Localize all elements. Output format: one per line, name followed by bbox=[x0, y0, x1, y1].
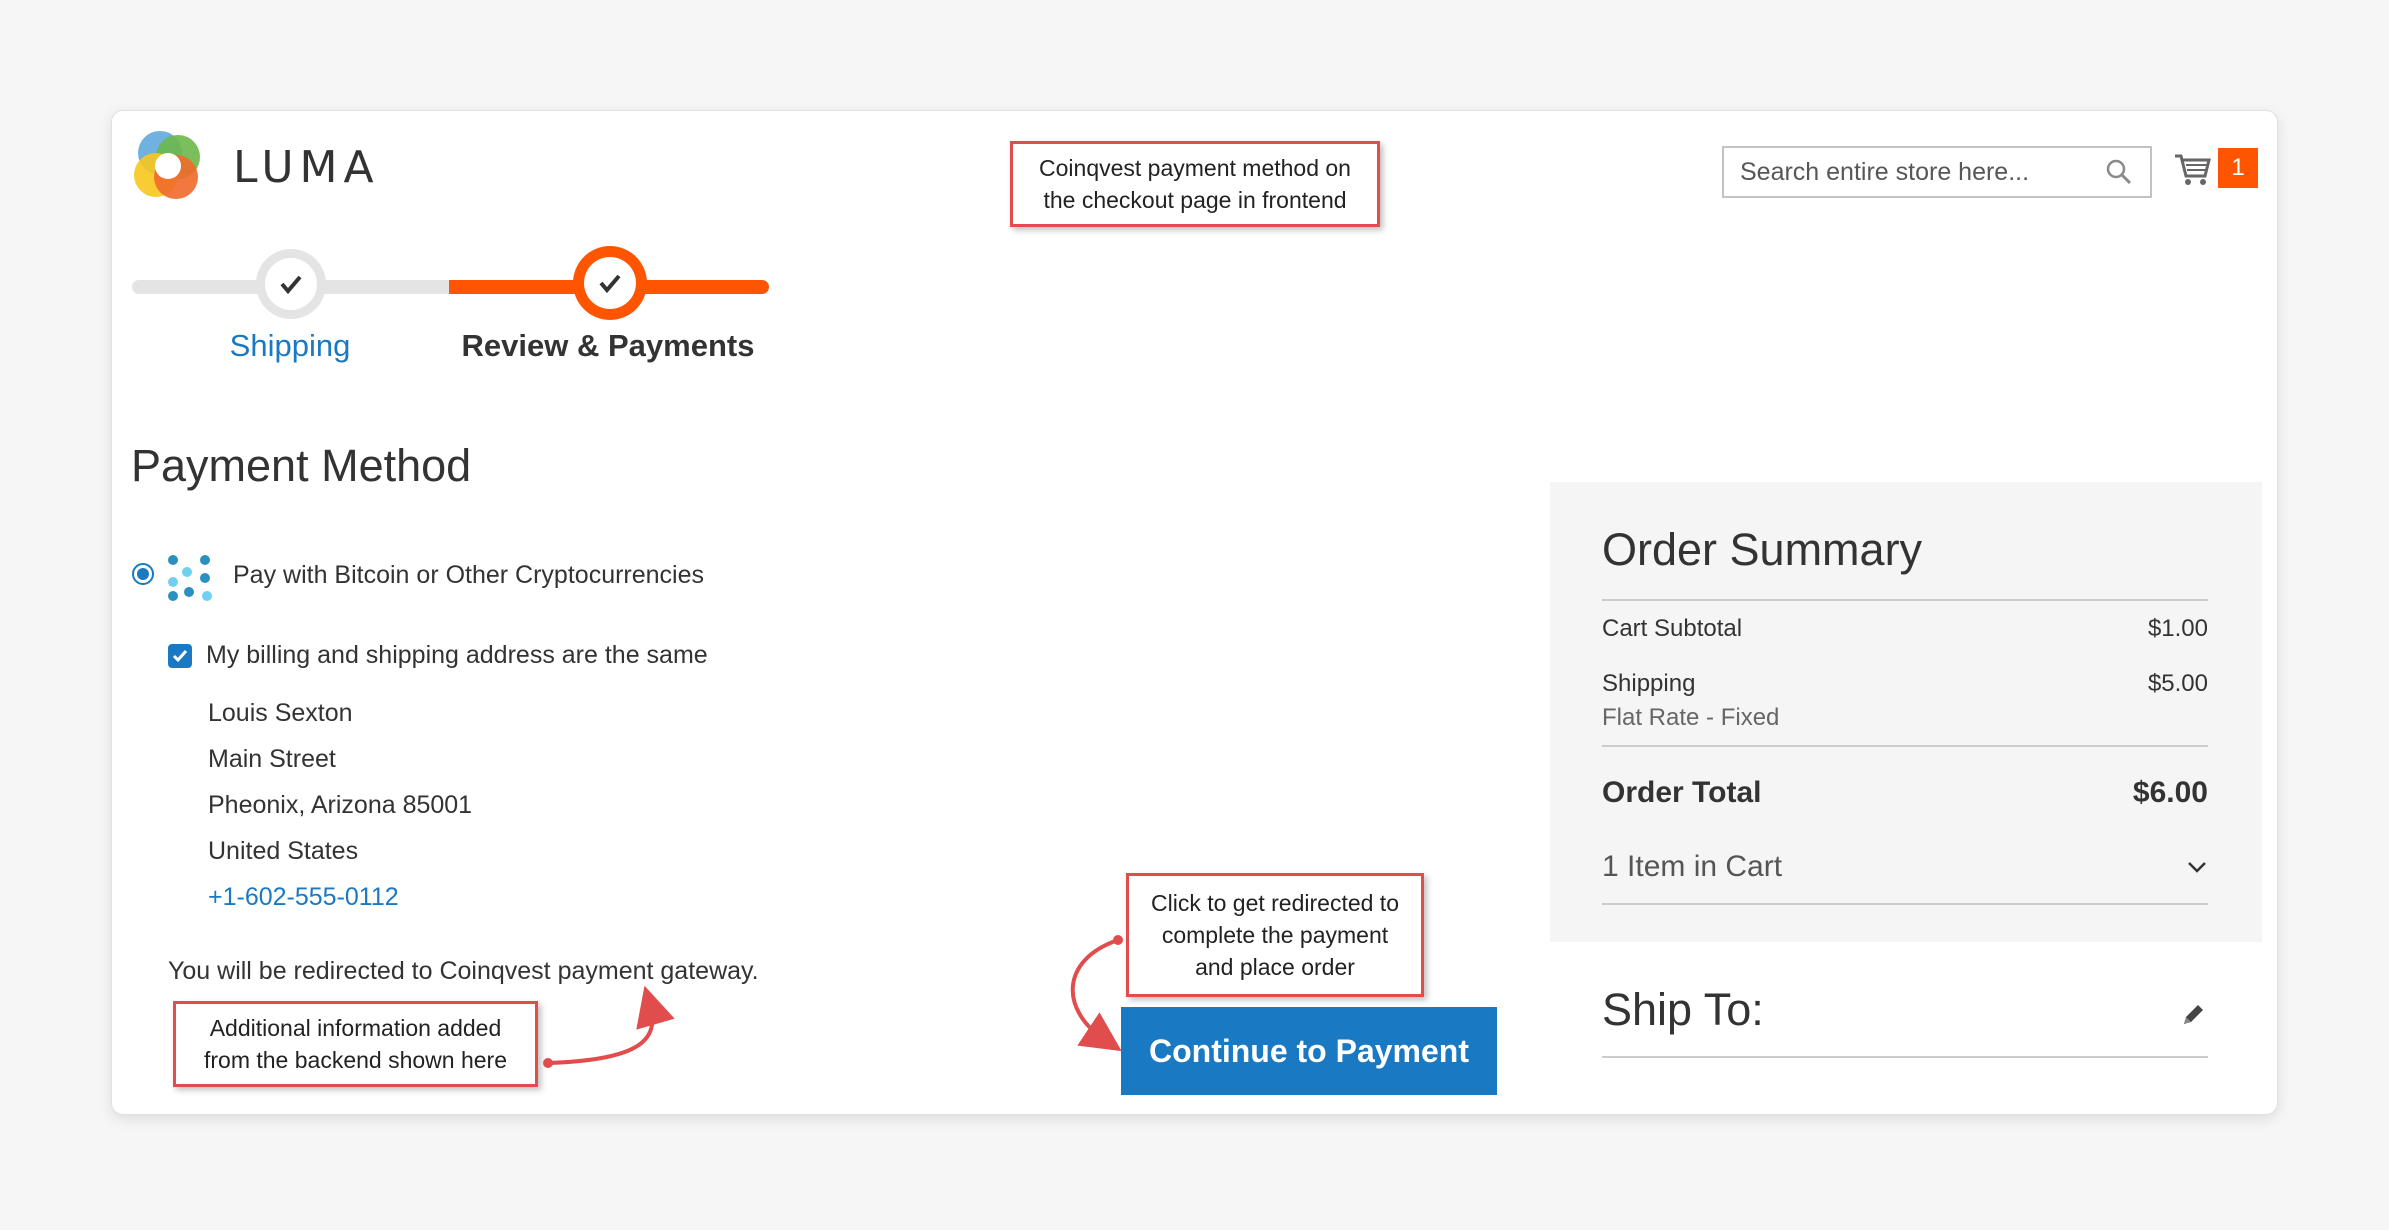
ship-to-title: Ship To: bbox=[1602, 984, 1764, 1035]
cart-count-badge: 1 bbox=[2218, 148, 2258, 188]
shipping-value: $5.00 bbox=[2147, 670, 2208, 697]
check-icon bbox=[599, 274, 621, 294]
logo-text[interactable]: LUMA bbox=[233, 142, 380, 193]
pencil-icon[interactable] bbox=[2178, 1000, 2208, 1030]
order-total-label: Order Total bbox=[1602, 776, 1762, 809]
divider bbox=[1602, 1056, 2208, 1058]
redirect-note: You will be redirected to Coinqvest paym… bbox=[168, 957, 759, 985]
items-in-cart-toggle[interactable]: 1 Item in Cart bbox=[1602, 850, 2208, 884]
luma-logo-icon[interactable] bbox=[130, 127, 208, 205]
minicart[interactable]: 1 bbox=[2172, 148, 2258, 188]
payment-method-radio[interactable] bbox=[132, 563, 154, 585]
order-total-row: Order Total $6.00 bbox=[1602, 776, 2208, 810]
address-city: Pheonix, Arizona 85001 bbox=[208, 791, 473, 819]
step-label-shipping[interactable]: Shipping bbox=[200, 328, 380, 364]
address-phone-link[interactable]: +1-602-555-0112 bbox=[208, 883, 399, 912]
same-address-checkbox[interactable] bbox=[168, 644, 192, 668]
annotation-redirect-callout: Click to get redirected to complete the … bbox=[1126, 873, 1424, 997]
chevron-down-icon[interactable] bbox=[2186, 856, 2208, 878]
subtotal-row: Cart Subtotal $1.00 bbox=[1602, 615, 2208, 643]
address-name: Louis Sexton bbox=[208, 699, 353, 727]
divider bbox=[1602, 903, 2208, 905]
address-street: Main Street bbox=[208, 745, 336, 773]
annotation-checkout-callout: Coinqvest payment method on the checkout… bbox=[1010, 141, 1380, 227]
payment-method-title: Payment Method bbox=[131, 440, 472, 491]
shipping-method: Flat Rate - Fixed bbox=[1602, 704, 1780, 731]
search-input[interactable] bbox=[1740, 157, 2104, 187]
subtotal-label: Cart Subtotal bbox=[1602, 615, 1743, 642]
shipping-label: Shipping bbox=[1602, 670, 1696, 697]
divider bbox=[1602, 599, 2208, 601]
order-total-value: $6.00 bbox=[2132, 776, 2208, 809]
annotation-backend-callout: Additional information added from the ba… bbox=[173, 1001, 538, 1087]
items-in-cart-label[interactable]: 1 Item in Cart bbox=[1602, 850, 1782, 884]
progress-step-review bbox=[573, 246, 647, 320]
search-box[interactable] bbox=[1722, 146, 2152, 198]
step-label-review: Review & Payments bbox=[461, 328, 755, 363]
search-icon[interactable] bbox=[2104, 157, 2134, 187]
address-country: United States bbox=[208, 837, 359, 865]
subtotal-value: $1.00 bbox=[2147, 615, 2208, 642]
payment-method-label[interactable]: Pay with Bitcoin or Other Cryptocurrenci… bbox=[233, 561, 704, 590]
continue-to-payment-button[interactable]: Continue to Payment bbox=[1121, 1007, 1497, 1095]
cart-icon[interactable] bbox=[2172, 148, 2212, 188]
check-icon bbox=[280, 275, 302, 295]
coinqvest-logo-icon bbox=[168, 555, 212, 601]
progress-step-shipping[interactable] bbox=[256, 249, 326, 319]
divider bbox=[1602, 745, 2208, 747]
same-address-label[interactable]: My billing and shipping address are the … bbox=[206, 641, 708, 670]
order-summary-title: Order Summary bbox=[1602, 524, 1923, 575]
shipping-row: Shipping $5.00 bbox=[1602, 670, 2208, 698]
